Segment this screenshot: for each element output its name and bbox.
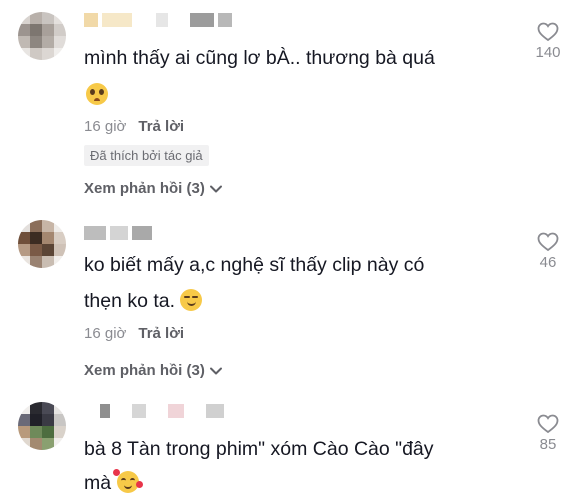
view-replies-label: Xem phản hồi (3) — [84, 362, 205, 379]
comment-text: mình thấy ai cũng lơ bÀ.. thương bà quá — [84, 40, 435, 76]
comment-text: mà — [84, 465, 143, 501]
comment-text: bà 8 Tàn trong phim" xóm Cào Cào "đây — [84, 431, 434, 467]
comment-text: ko biết mấy a,c nghệ sĩ thấy clip này có — [84, 247, 424, 283]
view-replies-button[interactable]: Xem phản hồi (3) — [84, 362, 223, 379]
reply-button[interactable]: Trả lời — [138, 325, 184, 342]
like-button[interactable]: 85 — [528, 414, 568, 453]
chevron-down-icon — [209, 367, 222, 374]
avatar[interactable] — [18, 12, 66, 60]
reply-button[interactable]: Trả lời — [138, 118, 184, 135]
comment-meta: 16 giờ Trả lời — [84, 325, 184, 342]
comment-text-line: thẹn ko ta. — [84, 290, 181, 312]
smiling-face-with-hearts-emoji — [112, 469, 143, 493]
like-count: 140 — [535, 44, 561, 61]
pleading-face-emoji — [86, 83, 108, 105]
like-button[interactable]: 46 — [528, 232, 568, 271]
view-replies-label: Xem phản hồi (3) — [84, 180, 205, 197]
liked-by-creator-badge: Đã thích bởi tác giả — [84, 145, 209, 166]
like-count: 46 — [539, 254, 557, 271]
comment-meta: 16 giờ Trả lời — [84, 118, 184, 135]
view-replies-button[interactable]: Xem phản hồi (3) — [84, 180, 223, 197]
avatar[interactable] — [18, 402, 66, 450]
heart-outline-icon — [537, 232, 559, 252]
heart-outline-icon — [537, 414, 559, 434]
comment-text-line: bà 8 Tàn trong phim" xóm Cào Cào "đây — [84, 438, 434, 460]
comment-text: thẹn ko ta. — [84, 283, 203, 319]
avatar[interactable] — [18, 220, 66, 268]
chevron-down-icon — [209, 185, 222, 192]
username-blurred[interactable] — [84, 404, 224, 418]
username-blurred[interactable] — [84, 13, 232, 27]
comment-text-line: mà — [84, 472, 117, 494]
comment-text-line: ko biết mấy a,c nghệ sĩ thấy clip này có — [84, 254, 425, 276]
comment-time: 16 giờ — [84, 325, 127, 342]
smirking-face-emoji — [180, 289, 203, 311]
username-blurred[interactable] — [84, 226, 152, 240]
like-button[interactable]: 140 — [528, 22, 568, 61]
like-count: 85 — [539, 436, 557, 453]
heart-outline-icon — [537, 22, 559, 42]
comment-time: 16 giờ — [84, 118, 127, 135]
comment-text-line: mình thấy ai cũng lơ bÀ.. thương bà quá — [84, 47, 435, 69]
